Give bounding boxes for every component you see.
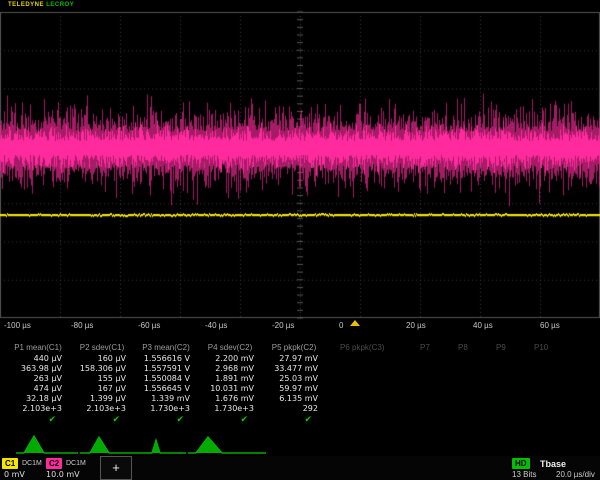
param-value: 1.557591 V — [134, 364, 198, 374]
timebase-descriptor[interactable]: Tbase — [540, 459, 566, 469]
bottom-bar: C1 DC1M 0 mV C2 DC1M 10.0 mV + HD Tbase … — [0, 456, 600, 480]
param-value: 2.200 mV — [198, 354, 262, 364]
param-header[interactable]: P5 pkpk(C2) — [262, 343, 326, 354]
crosshair-icon: + — [112, 460, 120, 475]
hd-badge[interactable]: HD — [512, 458, 530, 469]
trigger-position-marker[interactable] — [350, 320, 360, 326]
resolution-bits-text: 13 Bits — [512, 470, 536, 479]
measurement-column: P2 sdev(C1)160 µV158.306 µV155 µV167 µV1… — [70, 343, 134, 425]
param-value: 32.18 µV — [6, 394, 70, 404]
param-value: 1.891 mV — [198, 374, 262, 384]
param-value: 25.03 mV — [262, 374, 326, 384]
parameter-histicons — [0, 432, 600, 458]
param-value: 440 µV — [6, 354, 70, 364]
timebase-scale-text: 20.0 µs/div — [556, 470, 595, 479]
channel-c1-coupling: DC1M — [22, 460, 42, 467]
axis-tick-label: -100 µs — [4, 321, 31, 330]
channel-c2-value: 10.0 mV — [46, 470, 80, 479]
param-value: 1.730e+3 — [198, 404, 262, 414]
param-status-check-icon: ✔ — [134, 414, 198, 425]
cursor-marker-button[interactable]: + — [100, 456, 132, 480]
oscilloscope-screen: TELEDYNE LECROY -100 µs-80 µs-60 µs-40 µ… — [0, 0, 600, 480]
param-header[interactable]: P2 sdev(C1) — [70, 343, 134, 354]
axis-tick-label: 20 µs — [406, 321, 426, 330]
param-value: 33.477 mV — [262, 364, 326, 374]
param-value: 6.135 mV — [262, 394, 326, 404]
param-value: 474 µV — [6, 384, 70, 394]
param-value: 1.399 µV — [70, 394, 134, 404]
param-header[interactable]: P1 mean(C1) — [6, 343, 70, 354]
param-value: 1.556645 V — [134, 384, 198, 394]
histicon[interactable] — [188, 432, 266, 456]
param-value: 158.306 µV — [70, 364, 134, 374]
param-value: 292 — [262, 404, 326, 414]
param-value: 167 µV — [70, 384, 134, 394]
measurement-table-dimmed-headers: P6 pkpk(C3)P7P8P9P10 — [340, 343, 572, 352]
measurement-column: P3 mean(C2)1.556616 V1.557591 V1.550084 … — [134, 343, 198, 425]
param-header-dimmed[interactable]: P10 — [534, 343, 572, 352]
timebase-axis-labels: -100 µs -80 µs -60 µs -40 µs -20 µs 0 20 µs 40 … — [0, 321, 600, 333]
param-value: 1.550084 V — [134, 374, 198, 384]
param-header-dimmed[interactable]: P7 — [420, 343, 458, 352]
axis-tick-label: -80 µs — [71, 321, 93, 330]
param-value: 155 µV — [70, 374, 134, 384]
param-header[interactable]: P4 sdev(C2) — [198, 343, 262, 354]
channel-c2-coupling: DC1M — [66, 460, 86, 467]
waveform-display[interactable] — [0, 0, 600, 320]
axis-tick-label: 60 µs — [540, 321, 560, 330]
param-status-check-icon: ✔ — [70, 414, 134, 425]
axis-tick-label: 0 — [339, 321, 343, 330]
param-status-check-icon: ✔ — [6, 414, 70, 425]
channel-c2-chip[interactable]: C2 — [46, 458, 62, 469]
param-value: 2.103e+3 — [6, 404, 70, 414]
param-value: 2.968 mV — [198, 364, 262, 374]
axis-tick-label: -60 µs — [138, 321, 160, 330]
param-value: 2.103e+3 — [70, 404, 134, 414]
channel-c1-value: 0 mV — [4, 470, 25, 479]
axis-tick-label: -40 µs — [205, 321, 227, 330]
histicon[interactable] — [142, 432, 186, 456]
histicon[interactable] — [16, 432, 78, 456]
param-value: 59.97 mV — [262, 384, 326, 394]
param-value: 263 µV — [6, 374, 70, 384]
param-value: 363.98 µV — [6, 364, 70, 374]
param-value: 27.97 mV — [262, 354, 326, 364]
param-header-dimmed[interactable]: P8 — [458, 343, 496, 352]
axis-tick-label: 40 µs — [473, 321, 493, 330]
param-value: 1.556616 V — [134, 354, 198, 364]
measurement-table: P1 mean(C1)440 µV363.98 µV263 µV474 µV32… — [6, 343, 326, 425]
param-header-dimmed[interactable]: P9 — [496, 343, 534, 352]
param-value: 1.339 mV — [134, 394, 198, 404]
param-value: 160 µV — [70, 354, 134, 364]
param-header-dimmed[interactable]: P6 pkpk(C3) — [340, 343, 420, 352]
param-value: 10.031 mV — [198, 384, 262, 394]
param-value: 1.676 mV — [198, 394, 262, 404]
measurement-column: P1 mean(C1)440 µV363.98 µV263 µV474 µV32… — [6, 343, 70, 425]
param-value: 1.730e+3 — [134, 404, 198, 414]
channel-c1-chip[interactable]: C1 — [2, 458, 18, 469]
param-header[interactable]: P3 mean(C2) — [134, 343, 198, 354]
axis-tick-label: -20 µs — [272, 321, 294, 330]
histicon[interactable] — [80, 432, 142, 456]
param-status-check-icon: ✔ — [198, 414, 262, 425]
measurement-column: P5 pkpk(C2)27.97 mV33.477 mV25.03 mV59.9… — [262, 343, 326, 425]
param-status-check-icon: ✔ — [262, 414, 326, 425]
measurement-column: P4 sdev(C2)2.200 mV2.968 mV1.891 mV10.03… — [198, 343, 262, 425]
